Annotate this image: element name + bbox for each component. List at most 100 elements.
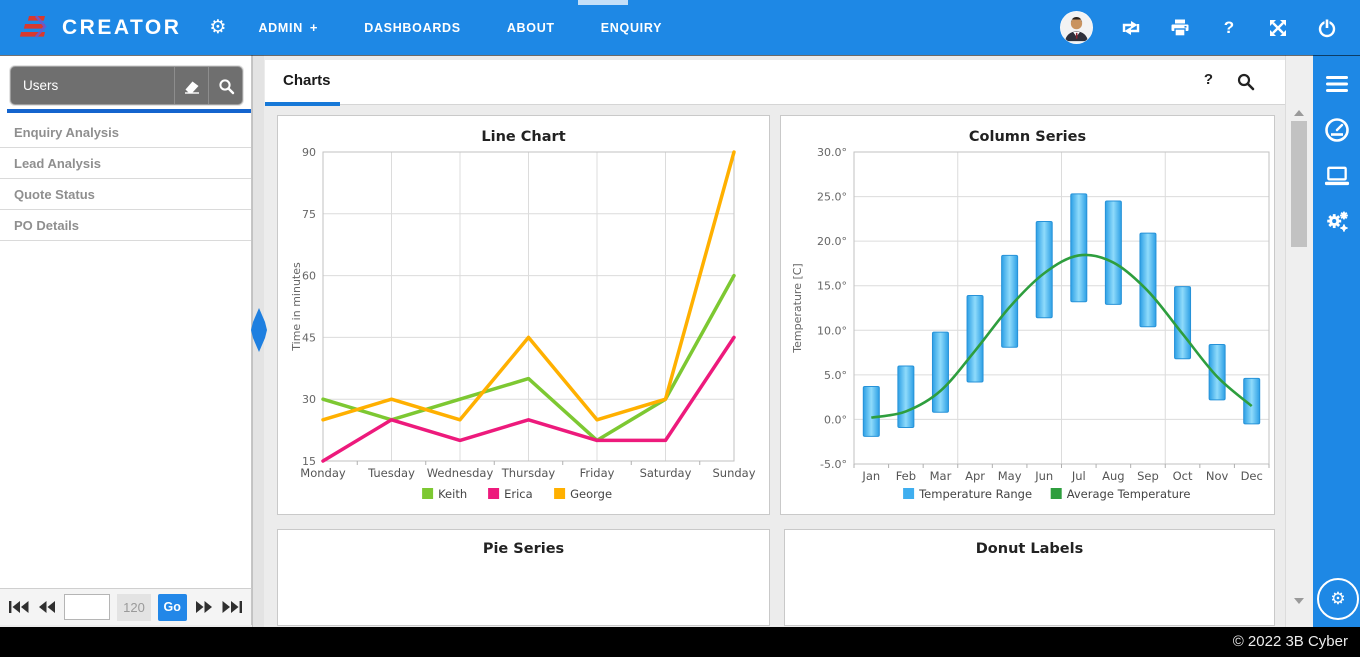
scrollbar-thumb[interactable] bbox=[1291, 121, 1307, 247]
svg-text:60: 60 bbox=[302, 270, 316, 283]
svg-text:75: 75 bbox=[302, 208, 316, 221]
svg-text:30: 30 bbox=[302, 393, 316, 406]
sidebar-pagination: 120 Go bbox=[0, 588, 252, 625]
menu-hamburger-icon[interactable] bbox=[1324, 71, 1350, 97]
svg-text:-5.0°: -5.0° bbox=[820, 458, 847, 471]
svg-text:Wednesday: Wednesday bbox=[427, 466, 494, 480]
page-number-input[interactable] bbox=[64, 594, 110, 620]
main-nav: ADMIN+ DASHBOARDS ABOUT ENQUIRY bbox=[258, 20, 708, 35]
svg-text:Apr: Apr bbox=[965, 469, 985, 483]
top-navbar: CREATOR ⚙ ADMIN+ DASHBOARDS ABOUT ENQUIR… bbox=[0, 0, 1360, 55]
column-series-panel: Column Series30.0°25.0°20.0°15.0°10.0°5.… bbox=[780, 115, 1275, 515]
next-page-button[interactable] bbox=[194, 598, 214, 616]
prev-page-button[interactable] bbox=[37, 598, 57, 616]
tab-search-icon[interactable] bbox=[1236, 72, 1255, 96]
sidebar-loading-bar bbox=[7, 109, 251, 113]
sidebar-search-box bbox=[10, 66, 243, 105]
content-tabbar: Charts ? bbox=[265, 60, 1285, 105]
donut-labels-title: Donut Labels bbox=[785, 541, 1274, 557]
svg-text:Friday: Friday bbox=[580, 466, 615, 480]
svg-text:Erica: Erica bbox=[504, 487, 533, 501]
svg-text:Temperature Range: Temperature Range bbox=[918, 487, 1032, 501]
line-chart-panel: Line Chart153045607590Time in minutesMon… bbox=[277, 115, 770, 515]
sidebar-item-enquiry-analysis[interactable]: Enquiry Analysis bbox=[0, 117, 251, 148]
tab-active-underline bbox=[265, 102, 340, 106]
sidebar-item-po-details[interactable]: PO Details bbox=[0, 210, 251, 241]
svg-text:Jan: Jan bbox=[861, 469, 880, 483]
first-page-icon bbox=[8, 599, 30, 615]
tab-charts[interactable]: Charts bbox=[283, 72, 331, 89]
svg-text:Dec: Dec bbox=[1241, 469, 1263, 483]
svg-text:Mar: Mar bbox=[930, 469, 952, 483]
svg-text:Oct: Oct bbox=[1173, 469, 1193, 483]
sidebar-menu: Enquiry Analysis Lead Analysis Quote Sta… bbox=[0, 117, 251, 241]
laptop-icon[interactable] bbox=[1324, 163, 1350, 189]
tab-help-icon[interactable]: ? bbox=[1204, 71, 1213, 88]
sidebar-splitter[interactable] bbox=[252, 55, 264, 627]
svg-text:30.0°: 30.0° bbox=[817, 146, 847, 159]
svg-text:Line Chart: Line Chart bbox=[481, 129, 565, 145]
clear-eraser-button[interactable] bbox=[174, 67, 208, 104]
scroll-up-arrow[interactable] bbox=[1294, 110, 1304, 116]
nav-item-enquiry[interactable]: ENQUIRY bbox=[601, 21, 662, 35]
last-page-icon bbox=[221, 599, 243, 615]
copyright-text: © 2022 3B Cyber bbox=[1233, 633, 1348, 650]
fullscreen-icon[interactable] bbox=[1267, 17, 1289, 39]
svg-text:Keith: Keith bbox=[438, 487, 467, 501]
print-icon[interactable] bbox=[1169, 17, 1191, 39]
column-series-chart[interactable]: Column Series30.0°25.0°20.0°15.0°10.0°5.… bbox=[781, 116, 1274, 519]
svg-text:Jul: Jul bbox=[1071, 469, 1086, 483]
svg-text:Aug: Aug bbox=[1102, 469, 1124, 483]
power-icon[interactable] bbox=[1316, 17, 1338, 39]
sidebar-item-quote-status[interactable]: Quote Status bbox=[0, 179, 251, 210]
floating-settings-button[interactable]: ⚙ bbox=[1317, 578, 1359, 620]
svg-text:Sunday: Sunday bbox=[712, 466, 755, 480]
pie-series-panel: Pie Series bbox=[277, 529, 770, 626]
left-sidebar: Enquiry Analysis Lead Analysis Quote Sta… bbox=[0, 55, 252, 588]
svg-text:Column Series: Column Series bbox=[969, 129, 1086, 145]
svg-text:5.0°: 5.0° bbox=[824, 369, 847, 382]
svg-text:0.0°: 0.0° bbox=[824, 413, 847, 426]
search-icon bbox=[217, 77, 235, 95]
splitter-handle-icon bbox=[251, 308, 267, 352]
page-size-box: 120 bbox=[117, 594, 150, 621]
services-cogs-icon[interactable] bbox=[1324, 209, 1350, 235]
nav-item-admin[interactable]: ADMIN+ bbox=[258, 20, 318, 35]
sidebar-item-lead-analysis[interactable]: Lead Analysis bbox=[0, 148, 251, 179]
line-chart[interactable]: Line Chart153045607590Time in minutesMon… bbox=[278, 116, 769, 519]
splitter-handle[interactable] bbox=[251, 308, 267, 357]
search-button[interactable] bbox=[208, 67, 242, 104]
search-input[interactable] bbox=[11, 77, 174, 94]
last-page-button[interactable] bbox=[221, 598, 243, 616]
svg-text:Jun: Jun bbox=[1034, 469, 1053, 483]
svg-text:15.0°: 15.0° bbox=[817, 280, 847, 293]
creator-logo-icon[interactable] bbox=[16, 12, 52, 44]
user-avatar[interactable] bbox=[1060, 11, 1093, 44]
go-button[interactable]: Go bbox=[158, 594, 187, 621]
svg-text:45: 45 bbox=[302, 331, 316, 344]
right-toolbar bbox=[1313, 55, 1360, 627]
svg-text:25.0°: 25.0° bbox=[817, 191, 847, 204]
svg-text:George: George bbox=[570, 487, 612, 501]
svg-text:Feb: Feb bbox=[896, 469, 916, 483]
brand-title[interactable]: CREATOR bbox=[62, 16, 181, 40]
refresh-icon[interactable] bbox=[1120, 17, 1142, 39]
nav-item-dashboards[interactable]: DASHBOARDS bbox=[364, 21, 461, 35]
help-icon[interactable]: ? bbox=[1218, 17, 1240, 39]
scroll-down-arrow[interactable] bbox=[1294, 598, 1304, 604]
nav-item-about[interactable]: ABOUT bbox=[507, 21, 555, 35]
app-window: CREATOR ⚙ ADMIN+ DASHBOARDS ABOUT ENQUIR… bbox=[0, 0, 1360, 657]
svg-text:Thursday: Thursday bbox=[501, 466, 556, 480]
settings-gear-icon[interactable]: ⚙ bbox=[209, 16, 226, 39]
donut-labels-panel: Donut Labels bbox=[784, 529, 1275, 626]
svg-text:Monday: Monday bbox=[300, 466, 346, 480]
topbar-actions: ? bbox=[1060, 11, 1360, 44]
svg-text:Nov: Nov bbox=[1206, 469, 1229, 483]
svg-text:20.0°: 20.0° bbox=[817, 235, 847, 248]
dashboard-gauge-icon[interactable] bbox=[1324, 117, 1350, 143]
first-page-button[interactable] bbox=[8, 598, 30, 616]
svg-text:Sep: Sep bbox=[1137, 469, 1159, 483]
svg-text:90: 90 bbox=[302, 146, 316, 159]
svg-text:Saturday: Saturday bbox=[640, 466, 692, 480]
gear-icon: ⚙ bbox=[1330, 589, 1345, 609]
